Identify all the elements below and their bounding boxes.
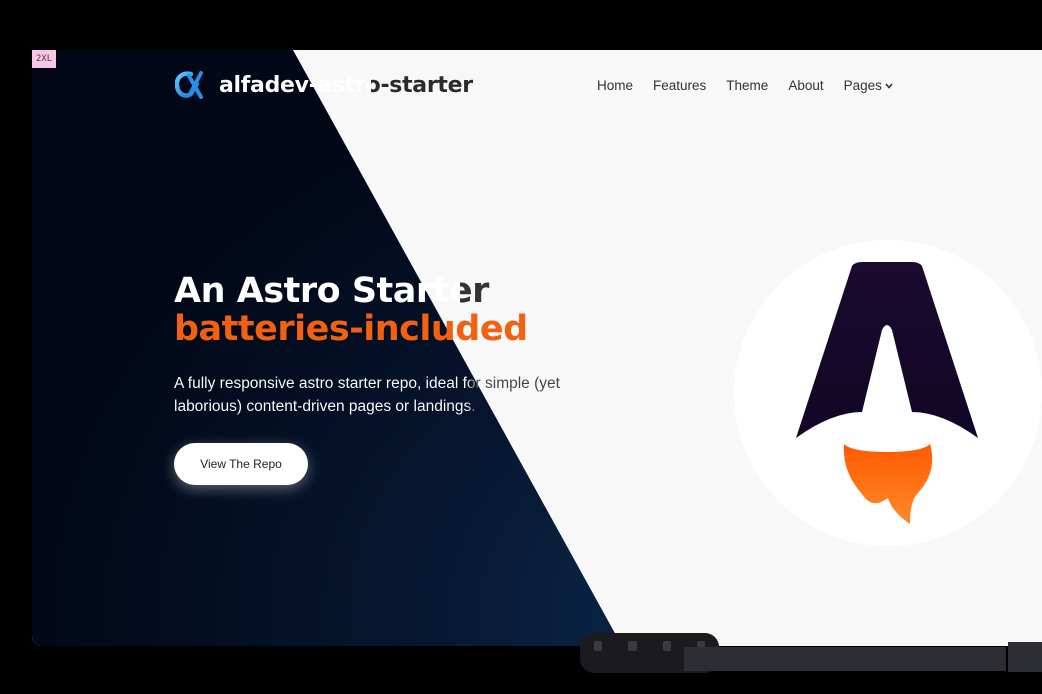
view-repo-button[interactable]: View The Repo <box>174 443 308 485</box>
alfadev-alpha-logo-icon <box>175 71 203 99</box>
nav-item-theme[interactable]: Theme <box>726 78 768 93</box>
nav-item-about[interactable]: About <box>788 78 823 93</box>
toolbar-menu-icon[interactable] <box>594 641 603 651</box>
chevron-down-icon <box>885 82 893 89</box>
page-container: alfadev-astro-starter Home Features Them… <box>32 50 1042 646</box>
bottom-dock-edge <box>1008 642 1042 672</box>
hero-subtitle: A fully responsive astro starter repo, i… <box>174 372 594 418</box>
bottom-dock <box>684 647 1006 671</box>
main-nav: Home Features Theme About Pages <box>597 78 913 93</box>
nav-item-home[interactable]: Home <box>597 78 633 93</box>
site-name: alfadev-astro-starter <box>219 72 473 98</box>
astro-rocket-logo-icon <box>796 262 978 524</box>
toolbar-audit-icon[interactable] <box>662 641 671 651</box>
toolbar-inspect-icon[interactable] <box>628 641 637 651</box>
site-logo[interactable]: alfadev-astro-starter <box>175 70 473 100</box>
hero-title-line1: An Astro Starter <box>174 272 528 310</box>
breakpoint-badge: 2XL <box>32 50 56 68</box>
nav-item-pages[interactable]: Pages <box>844 78 893 93</box>
nav-item-pages-label: Pages <box>843 78 882 93</box>
nav-item-features[interactable]: Features <box>653 78 706 93</box>
hero-title-line2: batteries-included <box>174 309 528 349</box>
hero-title: An Astro Starter batteries-included <box>174 272 528 348</box>
